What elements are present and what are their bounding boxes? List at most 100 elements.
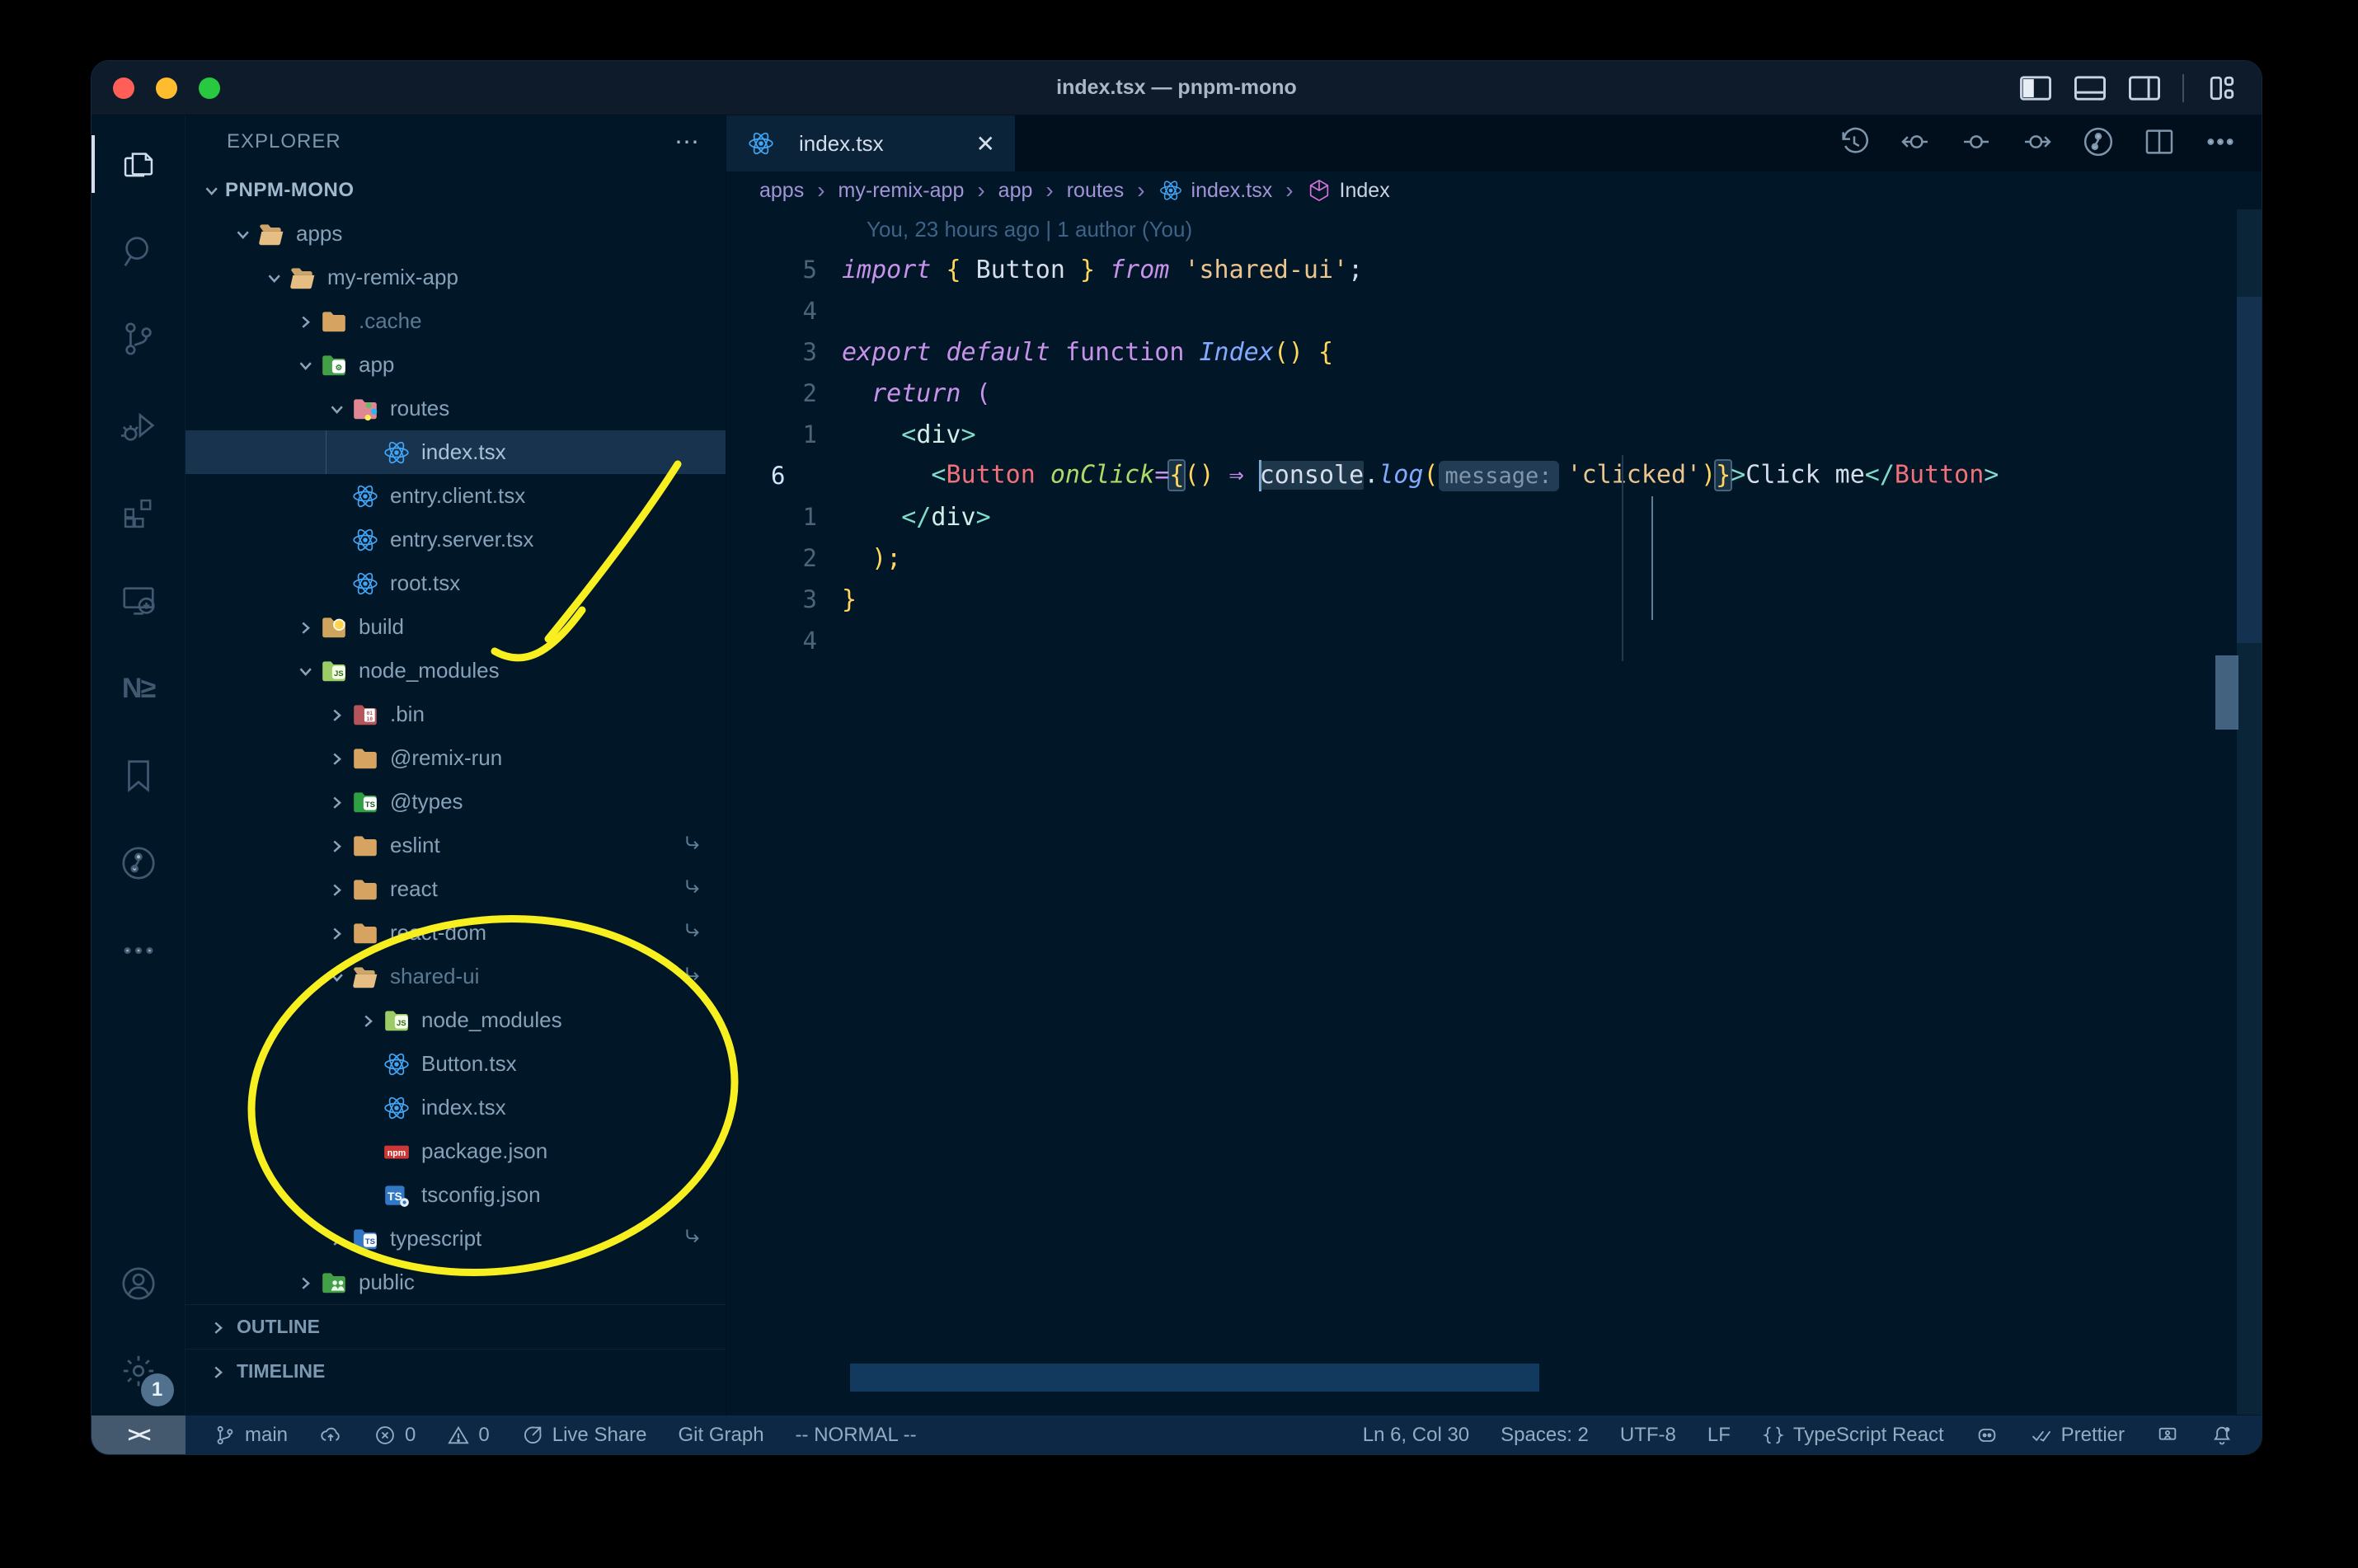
chevron-right-icon[interactable]: [354, 1012, 382, 1030]
tab-close-icon[interactable]: ✕: [976, 130, 995, 157]
status-language-mode[interactable]: TypeScript React: [1762, 1424, 1944, 1447]
tree-item-entry-server-tsx[interactable]: entry.server.tsx: [186, 518, 726, 561]
search-icon[interactable]: [92, 208, 186, 295]
tree-item--remix-run[interactable]: @remix-run: [186, 736, 726, 780]
code-line[interactable]: 3 export default function Index() {: [726, 331, 2262, 373]
source-control-icon[interactable]: [92, 295, 186, 383]
chevron-right-icon[interactable]: [322, 880, 350, 899]
remote-indicator[interactable]: ><: [92, 1415, 186, 1454]
accounts-icon[interactable]: [92, 1240, 186, 1327]
gitlens-icon[interactable]: [92, 819, 186, 907]
breadcrumb-my-remix-app[interactable]: my-remix-app: [838, 179, 965, 203]
chevron-right-icon[interactable]: [291, 618, 319, 636]
vertical-scrollbar-track[interactable]: [2237, 209, 2262, 1415]
tree-item--types[interactable]: TS @types: [186, 780, 726, 824]
chevron-right-icon[interactable]: [322, 1230, 350, 1248]
status-copilot[interactable]: [1975, 1424, 1999, 1447]
status-vim-mode[interactable]: -- NORMAL --: [796, 1424, 917, 1447]
current-change-icon[interactable]: [1960, 125, 1993, 162]
gitlens-icon[interactable]: [2082, 125, 2115, 162]
chevron-down-icon[interactable]: [291, 662, 319, 680]
tree-item-react-dom[interactable]: react-dom: [186, 911, 726, 955]
code-area[interactable]: You, 23 hours ago | 1 author (You) 5 impo…: [726, 209, 2262, 1415]
tree-item-app[interactable]: ⚙ app: [186, 343, 726, 387]
tree-item-build[interactable]: build: [186, 605, 726, 649]
code-line-current[interactable]: 6 <Button onClick={() ⇒ console.log(mess…: [726, 455, 2262, 496]
chevron-down-icon[interactable]: [260, 269, 288, 287]
chevron-down-icon[interactable]: [197, 181, 225, 200]
chevron-right-icon[interactable]: [322, 924, 350, 942]
next-change-icon[interactable]: [2021, 125, 2054, 162]
tree-item-node-modules[interactable]: JS node_modules: [186, 649, 726, 692]
code-line[interactable]: 2 );: [726, 538, 2262, 579]
toggle-primary-sidebar-icon[interactable]: [2019, 75, 2052, 101]
section-outline[interactable]: OUTLINE: [186, 1304, 726, 1349]
chevron-right-icon[interactable]: [322, 749, 350, 768]
status-indentation[interactable]: Spaces: 2: [1501, 1424, 1589, 1447]
status-sync[interactable]: [319, 1424, 342, 1447]
chevron-down-icon[interactable]: [228, 225, 256, 243]
tree-item--cache[interactable]: .cache: [186, 299, 726, 343]
status-live-share[interactable]: Live Share: [521, 1424, 647, 1447]
status-eol[interactable]: LF: [1707, 1424, 1731, 1447]
chevron-down-icon[interactable]: [322, 400, 350, 418]
status-cursor-position[interactable]: Ln 6, Col 30: [1363, 1424, 1469, 1447]
code-line[interactable]: 1 </div>: [726, 496, 2262, 538]
settings-gear-icon[interactable]: 1: [92, 1327, 186, 1415]
breadcrumb-index-tsx[interactable]: index.tsx: [1158, 178, 1272, 203]
breadcrumb-routes[interactable]: routes: [1067, 179, 1124, 203]
run-debug-icon[interactable]: [92, 383, 186, 470]
status-errors[interactable]: 0: [373, 1424, 416, 1447]
tree-item-apps[interactable]: apps: [186, 212, 726, 256]
tree-item-shared-ui[interactable]: shared-ui: [186, 955, 726, 998]
tree-item-node-modules[interactable]: JS node_modules: [186, 998, 726, 1042]
toggle-secondary-sidebar-icon[interactable]: [2128, 75, 2161, 101]
extensions-icon[interactable]: [92, 470, 186, 557]
tree-item-pnpm-mono[interactable]: PNPM-MONO: [186, 168, 726, 212]
chevron-right-icon[interactable]: [322, 837, 350, 855]
customize-layout-icon[interactable]: [2205, 76, 2238, 101]
tree-item-index-tsx[interactable]: index.tsx: [186, 1086, 726, 1129]
tree-item-tsconfig-json[interactable]: TS tsconfig.json: [186, 1173, 726, 1217]
tree-item-entry-client-tsx[interactable]: entry.client.tsx: [186, 474, 726, 518]
breadcrumb-index[interactable]: Index: [1307, 178, 1390, 203]
chevron-down-icon[interactable]: [291, 356, 319, 374]
status-warnings[interactable]: 0: [447, 1424, 490, 1447]
tree-item-index-tsx[interactable]: index.tsx: [186, 430, 726, 474]
code-line[interactable]: 1 <div>: [726, 414, 2262, 455]
code-line[interactable]: 2 return (: [726, 373, 2262, 414]
tree-item-my-remix-app[interactable]: my-remix-app: [186, 256, 726, 299]
code-line[interactable]: 3}: [726, 579, 2262, 620]
chevron-down-icon[interactable]: [322, 968, 350, 986]
status-prettier[interactable]: Prettier: [2030, 1424, 2125, 1447]
horizontal-scrollbar-thumb[interactable]: [850, 1364, 1539, 1392]
explorer-icon[interactable]: [92, 120, 186, 208]
tree-item-button-tsx[interactable]: Button.tsx: [186, 1042, 726, 1086]
vertical-scrollbar-thumb[interactable]: [2237, 297, 2262, 643]
tree-item-package-json[interactable]: npm package.json: [186, 1129, 726, 1173]
tree-item-react[interactable]: react: [186, 867, 726, 911]
chevron-right-icon[interactable]: [322, 706, 350, 724]
tree-item-eslint[interactable]: eslint: [186, 824, 726, 867]
bookmarks-icon[interactable]: [92, 732, 186, 819]
section-timeline[interactable]: TIMELINE: [186, 1349, 726, 1393]
status-feedback[interactable]: [2156, 1424, 2179, 1447]
chevron-right-icon[interactable]: [291, 312, 319, 331]
history-icon[interactable]: [1838, 125, 1871, 162]
tree-item--bin[interactable]: 01 10 .bin: [186, 692, 726, 736]
status-notifications[interactable]: [2210, 1424, 2234, 1447]
tree-item-root-tsx[interactable]: root.tsx: [186, 561, 726, 605]
toggle-panel-icon[interactable]: [2074, 75, 2107, 101]
nx-console-icon[interactable]: N≥: [92, 645, 186, 732]
tree-item-public[interactable]: public: [186, 1261, 726, 1304]
remote-explorer-icon[interactable]: [92, 557, 186, 645]
more-actions-icon[interactable]: [2204, 125, 2237, 162]
code-line[interactable]: 4: [726, 290, 2262, 331]
breadcrumb-app[interactable]: app: [998, 179, 1033, 203]
code-line[interactable]: 4: [726, 620, 2262, 661]
prev-change-icon[interactable]: [1899, 125, 1932, 162]
code-line[interactable]: 5 import { Button } from 'shared-ui';: [726, 249, 2262, 290]
tab-index-tsx[interactable]: index.tsx ✕: [726, 115, 1015, 171]
more-icon[interactable]: [92, 907, 186, 994]
tree-item-typescript[interactable]: TS typescript: [186, 1217, 726, 1261]
